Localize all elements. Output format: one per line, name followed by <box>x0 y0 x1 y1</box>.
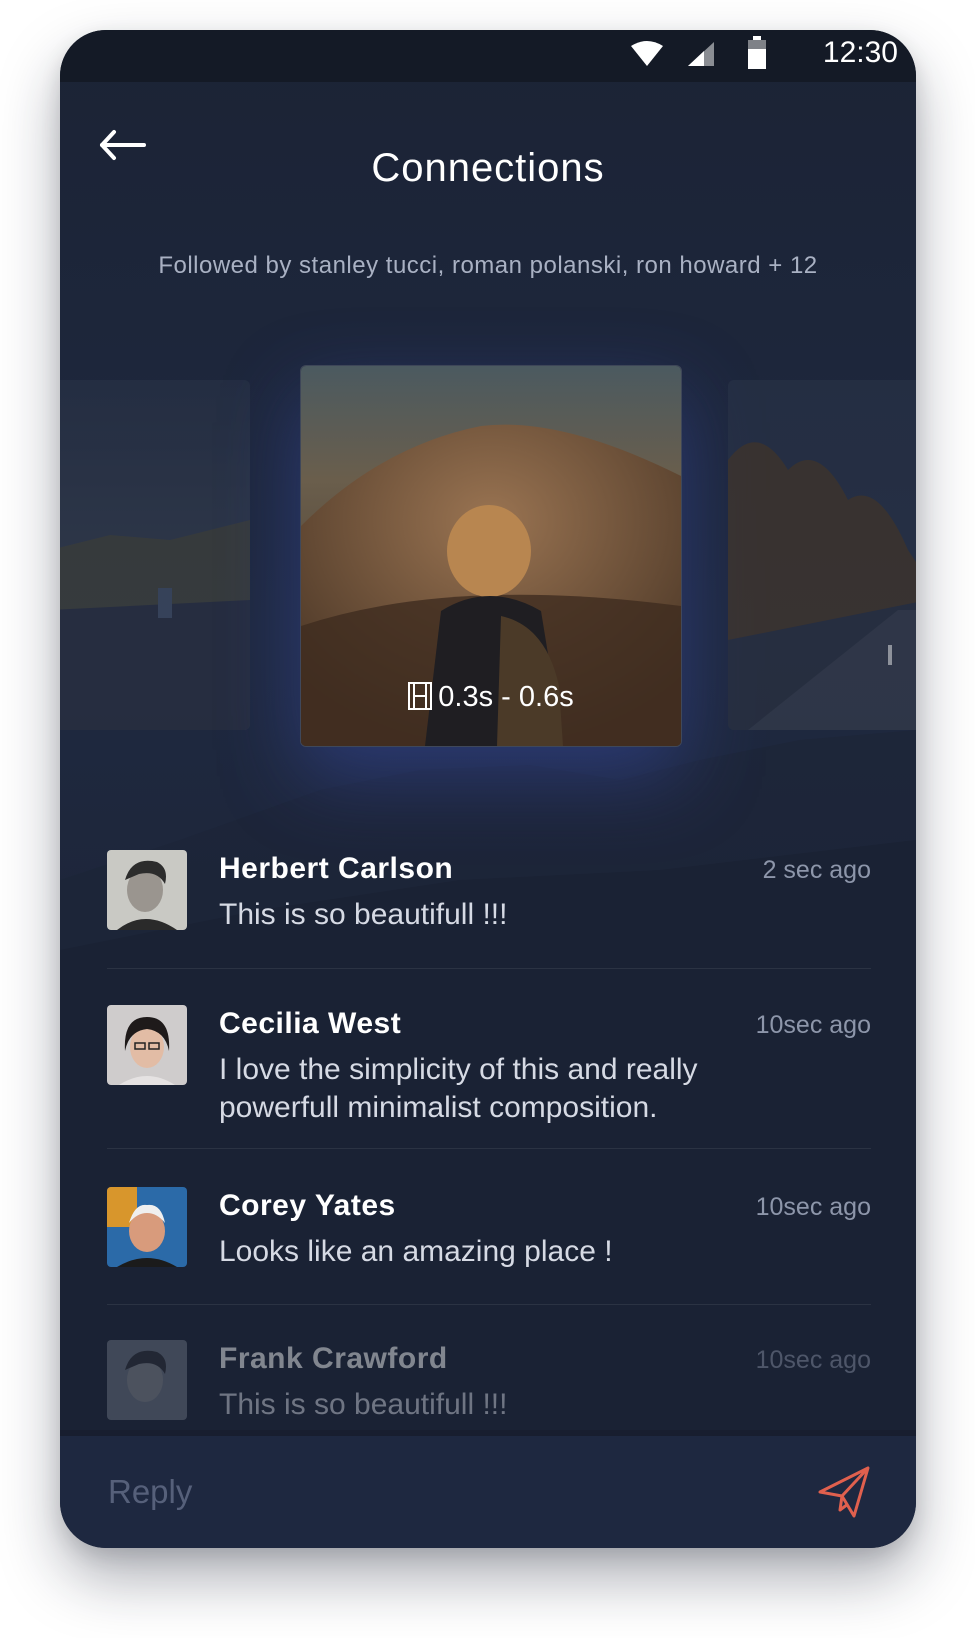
duration-label: 0.3s - 0.6s <box>301 681 681 714</box>
avatar[interactable] <box>107 1340 187 1420</box>
landscape-thumbnail <box>60 380 250 730</box>
divider <box>107 1148 871 1149</box>
duration-text: 0.3s - 0.6s <box>438 681 574 713</box>
comment-time: 10sec ago <box>755 1193 871 1221</box>
battery-icon <box>748 36 766 69</box>
avatar[interactable] <box>107 1005 187 1085</box>
app-toolbar: Connections <box>60 82 916 202</box>
comment-author[interactable]: Frank Crawford <box>219 1342 448 1376</box>
avatar[interactable] <box>107 850 187 930</box>
comment-text: This is so beautifull !!! <box>219 898 508 931</box>
comment-author[interactable]: Cecilia West <box>219 1007 401 1041</box>
status-bar: 12:30 <box>60 30 916 82</box>
comment-time: 10sec ago <box>755 1011 871 1039</box>
divider <box>107 968 871 969</box>
carousel-card-previous[interactable] <box>60 380 250 730</box>
carousel-card-next[interactable] <box>728 380 916 730</box>
wifi-icon <box>631 41 663 66</box>
avatar[interactable] <box>107 1187 187 1267</box>
list-item[interactable]: Frank Crawford 10sec ago This is so beau… <box>107 1340 871 1440</box>
comment-author[interactable]: Corey Yates <box>219 1189 396 1223</box>
comment-time: 2 sec ago <box>762 856 871 884</box>
page-title: Connections <box>371 146 605 190</box>
comment-author[interactable]: Herbert Carlson <box>219 852 453 886</box>
comment-time: 10sec ago <box>755 1346 871 1374</box>
comment-text: I love the simplicity of this and really… <box>219 1053 698 1124</box>
divider <box>107 1304 871 1305</box>
carousel-card-active[interactable]: 0.3s - 0.6s <box>300 365 682 747</box>
reply-input[interactable] <box>106 1466 710 1518</box>
film-icon <box>408 682 433 710</box>
paper-plane-icon[interactable] <box>814 1462 874 1522</box>
list-item[interactable]: Herbert Carlson 2 sec ago This is so bea… <box>107 850 871 950</box>
phone-screen: 12:30 Connections Followed by stanley tu… <box>60 30 916 1548</box>
status-time: 12:30 <box>822 36 898 69</box>
reply-bar <box>60 1436 916 1548</box>
signal-icon <box>688 42 714 66</box>
comment-text: This is so beautifull !!! <box>219 1388 508 1421</box>
list-item[interactable]: Corey Yates 10sec ago Looks like an amaz… <box>107 1187 871 1287</box>
followed-by-text[interactable]: Followed by stanley tucci, roman polansk… <box>60 252 916 280</box>
comment-text: Looks like an amazing place ! <box>219 1235 613 1268</box>
list-item[interactable]: Cecilia West 10sec ago I love the simpli… <box>107 1005 871 1135</box>
road-thumbnail <box>728 380 916 730</box>
